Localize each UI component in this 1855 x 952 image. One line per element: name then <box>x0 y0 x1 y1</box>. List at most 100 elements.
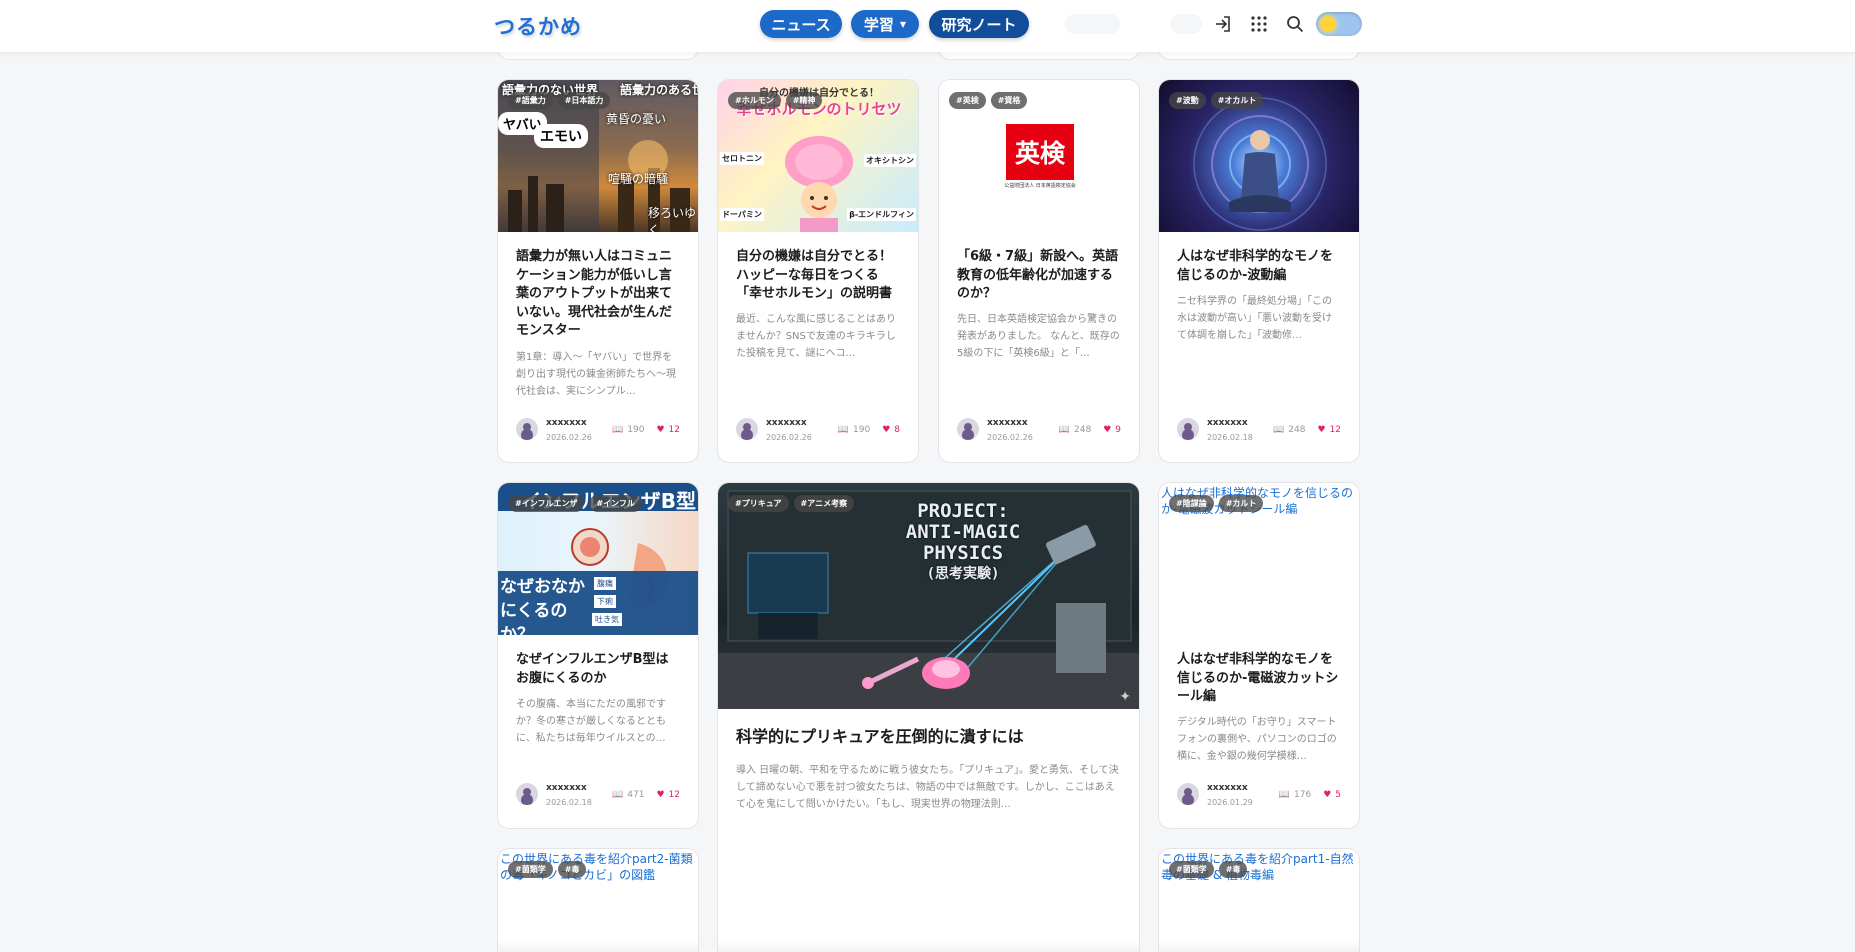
post-date: 2026.02.18 <box>546 798 592 807</box>
login-icon[interactable] <box>1213 14 1233 34</box>
sun-icon <box>1320 16 1336 32</box>
thumbnail-caption-line: PHYSICS <box>922 542 1004 564</box>
article-title[interactable]: 自分の機嫌は自分でとる！ハッピーな毎日をつくる「幸せホルモン」の説明書 <box>736 248 900 304</box>
nav-news-button[interactable]: ニュース <box>760 10 842 38</box>
tag-list: #インフルエンザ #インフル <box>508 495 642 512</box>
thumbnail-caption: 喧騒の暗騒 <box>608 172 669 186</box>
search-icon[interactable] <box>1285 14 1305 34</box>
article-card[interactable]: インフルエンザB型 なぜおなかにくるのか？ 腹痛 下痢 吐き気 #インフルエンザ… <box>497 482 699 829</box>
thumbnail-caption: ドーパミン <box>720 208 764 221</box>
view-count: 248 <box>1074 425 1092 435</box>
article-card[interactable]: この世界にある毒を紹介part1-自然毒の基礎 & 植物毒編 #菌類学 #毒 <box>1158 848 1360 952</box>
thumbnail-caption: なぜおなかにくるのか？ <box>500 577 585 635</box>
like-count: 12 <box>668 790 680 800</box>
like-count: 8 <box>894 425 900 435</box>
tag[interactable]: #波動 <box>1169 92 1206 109</box>
heart-icon[interactable]: ♥ <box>882 425 890 435</box>
book-icon: 📖 <box>612 425 624 435</box>
article-stats: 📖 190 ♥ 12 <box>612 425 680 435</box>
tag[interactable]: #日本語力 <box>557 92 611 109</box>
tag[interactable]: #精神 <box>785 92 823 109</box>
tag[interactable]: #ホルモン <box>728 92 781 109</box>
tag[interactable]: #陰謀論 <box>1169 495 1214 512</box>
view-count: 248 <box>1288 425 1306 435</box>
article-title[interactable]: 人はなぜ非科学的なモノを信じるのか-波動編 <box>1177 248 1341 285</box>
apps-grid-icon[interactable] <box>1249 14 1269 34</box>
article-excerpt: デジタル時代の「お守り」スマートフォンの裏側や、パソコンのロゴの横に、金や銀の幾… <box>1177 717 1337 762</box>
heart-icon[interactable]: ♥ <box>656 425 664 435</box>
book-icon: 📖 <box>1058 425 1070 435</box>
article-card[interactable]: 英検 公益財団法人 日本英語検定協会 #英検 #資格 「6級・7級」新設へ。英語… <box>938 79 1140 463</box>
nav-learn-button[interactable]: 学習 ▼ <box>851 10 919 38</box>
article-title[interactable]: 人はなぜ非科学的なモノを信じるのか-電磁波カットシール編 <box>1177 651 1341 707</box>
tag[interactable]: #インフルエンザ <box>508 495 585 512</box>
tag-list: #菌類学 #毒 <box>1169 861 1248 878</box>
tag[interactable]: #資格 <box>990 92 1028 109</box>
article-title[interactable]: 語彙力が無い人はコミュニケーション能力が低いし言葉のアウトプットが出来ていない。… <box>516 248 680 341</box>
thumbnail-caption: オキシトシン <box>864 154 916 167</box>
article-excerpt: 最近、こんな風に感じることはありませんか？SNSで友達のキラキラした投稿を見て、… <box>736 314 896 359</box>
fade-overlay <box>718 940 1139 952</box>
post-date: 2026.02.26 <box>546 433 592 442</box>
like-count: 9 <box>1115 425 1121 435</box>
post-date: 2026.02.26 <box>987 433 1033 442</box>
tag[interactable]: #語彙力 <box>508 92 553 109</box>
article-title[interactable]: 科学的にプリキュアを圧倒的に潰すには <box>736 727 1121 747</box>
author-name: xxxxxxx <box>987 418 1028 428</box>
author-avatar <box>516 418 538 440</box>
thumbnail-caption: 公益財団法人 日本英語検定協会 <box>1004 183 1076 189</box>
article-excerpt: 先日、日本英語検定協会から驚きの発表がありました。 なんと、既存の5級の下に「英… <box>957 314 1120 359</box>
tag[interactable]: #カルト <box>1218 495 1264 512</box>
thumbnail-caption: PROJECT: ANTI-MAGIC PHYSICS (思考実験) <box>868 501 1058 585</box>
nav-research-button[interactable]: 研究ノート <box>929 10 1029 38</box>
tag[interactable]: #アニメ考察 <box>793 495 855 512</box>
tag[interactable]: #オカルト <box>1210 92 1264 109</box>
author-name: xxxxxxx <box>1207 783 1248 793</box>
author-avatar <box>516 783 538 805</box>
article-card[interactable]: 自分の機嫌は自分でとる！ 幸せホルモンのトリセツ セロトニン オキシトシン ドー… <box>717 79 919 463</box>
nav-learn-label: 学習 <box>863 15 894 34</box>
article-excerpt: 導入 日曜の朝、平和を守るために戦う彼女たち。「プリキュア」。愛と勇気、そして決… <box>736 765 1119 810</box>
thumbnail-caption: 黄昏の憂い <box>606 112 667 126</box>
thumbnail-caption: エモい <box>534 124 588 148</box>
thumbnail-caption: 吐き気 <box>592 613 622 626</box>
ghost-element <box>1065 14 1120 34</box>
post-date: 2026.01.29 <box>1207 798 1253 807</box>
tag[interactable]: #菌類学 <box>508 861 553 878</box>
book-icon: 📖 <box>1278 790 1290 800</box>
author-name: xxxxxxx <box>546 783 587 793</box>
post-date: 2026.02.26 <box>766 433 812 442</box>
site-logo[interactable]: つるかめ <box>494 11 582 41</box>
ghost-element <box>1170 14 1202 34</box>
article-card[interactable]: この世界にある毒を紹介part2-菌類の毒「キノコとカビ」の図鑑 #菌類学 #毒 <box>497 848 699 952</box>
article-card[interactable]: 語彙力のない世界 語彙力のある世界 ヤバい エモい 黄昏の憂い 喧騒の暗騒 移ろ… <box>497 79 699 463</box>
featured-article-card[interactable]: PROJECT: ANTI-MAGIC PHYSICS (思考実験) ✦ #プリ… <box>717 482 1140 952</box>
tag[interactable]: #毒 <box>1218 861 1248 878</box>
heart-icon[interactable]: ♥ <box>656 790 664 800</box>
fade-overlay <box>1159 940 1359 952</box>
article-card[interactable]: #波動 #オカルト 人はなぜ非科学的なモノを信じるのか-波動編 ニセ科学界の「最… <box>1158 79 1360 463</box>
thumbnail-caption: 下痢 <box>594 595 616 608</box>
article-stats: 📖 176 ♥ 5 <box>1279 790 1341 800</box>
heart-icon[interactable]: ♥ <box>1317 425 1325 435</box>
eiken-logo: 英検 <box>1006 124 1074 180</box>
thumbnail-caption: 腹痛 <box>594 577 616 590</box>
tag[interactable]: #英検 <box>949 92 986 109</box>
tag[interactable]: #インフル <box>589 495 642 512</box>
article-stats: 📖 190 ♥ 8 <box>838 425 900 435</box>
article-title[interactable]: なぜインフルエンザB型はお腹にくるのか <box>516 651 680 688</box>
article-excerpt: ニセ科学界の「最終処分場」「この水は波動が高い」「悪い波動を受けて体調を崩した」… <box>1177 296 1332 341</box>
fade-overlay <box>498 940 698 952</box>
thumbnail-caption: 語彙力のある世界 <box>620 83 698 97</box>
heart-icon[interactable]: ♥ <box>1103 425 1111 435</box>
article-title[interactable]: 「6級・7級」新設へ。英語教育の低年齢化が加速するのか？ <box>957 248 1121 304</box>
theme-toggle[interactable] <box>1316 12 1362 36</box>
tag[interactable]: #毒 <box>557 861 587 878</box>
tag[interactable]: #プリキュア <box>728 495 789 512</box>
tag[interactable]: #菌類学 <box>1169 861 1214 878</box>
article-excerpt: その腹痛、本当にただの風邪ですか？冬の寒さが厳しくなるとともに、私たちは毎年ウイ… <box>516 699 666 744</box>
heart-icon[interactable]: ♥ <box>1323 790 1331 800</box>
article-card[interactable]: 人はなぜ非科学的なモノを信じるのか-電磁波カットシール編 #陰謀論 #カルト 人… <box>1158 482 1360 829</box>
thumbnail-caption-line: (思考実験) <box>926 566 1000 582</box>
like-count: 12 <box>668 425 680 435</box>
